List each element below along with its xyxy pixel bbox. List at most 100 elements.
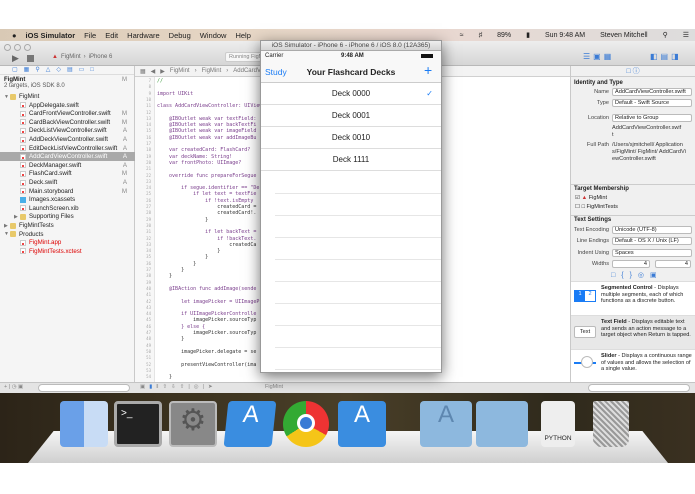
tab-width-field[interactable]: 4 <box>612 260 650 268</box>
ios-simulator-icon[interactable]: A <box>338 401 386 447</box>
debug-target[interactable]: FigMint <box>265 384 283 390</box>
swift-icon <box>20 145 26 152</box>
notifications-icon[interactable]: ☰ <box>683 31 689 39</box>
assets-icon <box>20 196 26 203</box>
zoom-button[interactable] <box>24 44 31 51</box>
apple-icon[interactable]: ● <box>12 31 17 40</box>
add-filter-button[interactable]: + | ◷ ▣ <box>4 384 23 390</box>
deck-name: Deck 1111 <box>332 155 370 164</box>
fullpath-label: Full Path <box>586 142 609 148</box>
swift-icon <box>20 170 26 177</box>
encoding-select[interactable]: Unicode (UTF-8) <box>612 226 692 234</box>
applications-folder-icon[interactable]: A <box>420 401 472 447</box>
spotlight-icon[interactable]: ⚲ <box>663 31 668 39</box>
library-slider[interactable]: Slider - Displays a continuous range of … <box>571 349 695 383</box>
back-button[interactable]: ◀ <box>151 68 156 75</box>
menu-hardware[interactable]: Hardware <box>127 31 160 40</box>
battery-icon[interactable]: ▮ <box>526 31 530 39</box>
indent-width-field[interactable]: 4 <box>655 260 691 268</box>
endings-select[interactable]: Default - OS X / Unix (LF) <box>612 237 692 245</box>
terminal-icon[interactable]: >_ <box>114 401 162 447</box>
name-field[interactable]: AddCardViewController.swift <box>612 88 692 96</box>
project-root[interactable]: FigMint 2 targets, iOS SDK 8.0 M <box>4 77 127 89</box>
debug-bar-icons[interactable]: ▣▮‖⇧⇩⇧|◎|➤ <box>140 384 217 390</box>
library-title: Slider <box>601 353 617 359</box>
finder-icon[interactable] <box>60 401 108 447</box>
editor-mode-icons[interactable]: ☰▣▦ <box>583 52 614 61</box>
target-heading: Target Membership <box>574 186 629 192</box>
stop-button[interactable] <box>27 55 34 62</box>
clock[interactable]: Sun 9:48 AM <box>545 32 585 39</box>
empty-row-separator <box>275 325 441 326</box>
file-name: Main.storyboard <box>29 187 74 195</box>
file-name: AddDeckViewController.swift <box>29 136 108 143</box>
navigator-filter-input[interactable] <box>38 384 130 392</box>
code-line: 54 } <box>135 374 172 380</box>
volume-icon[interactable]: ♯ <box>479 32 483 39</box>
library-tabs[interactable]: □{}◎▣ <box>611 271 663 279</box>
code-text: import UIKit <box>157 90 194 97</box>
code-text: let imagePicker = UIImageP <box>157 298 260 305</box>
deck-row[interactable]: Deck 0000 ✓ <box>261 83 441 105</box>
run-button[interactable]: ▶ <box>12 53 19 64</box>
navigation-bar: Study Your Flashcard Decks + <box>261 61 441 83</box>
file-name: FigMint <box>19 93 40 100</box>
type-select[interactable]: Default - Swift Source <box>612 99 692 107</box>
file-inspector: □ ⓘ Identity and Type Name AddCardViewCo… <box>570 66 695 383</box>
menu-debug[interactable]: Debug <box>169 31 191 40</box>
menu-edit[interactable]: Edit <box>105 31 118 40</box>
swift-icon <box>20 136 26 143</box>
navigator-tabs[interactable]: ▢▦⚲△◇▤▭□ <box>0 66 134 75</box>
menu-window[interactable]: Window <box>200 31 227 40</box>
scm-status: A <box>122 127 127 135</box>
scm-status: A <box>122 179 127 186</box>
slider-knob-icon <box>581 356 593 368</box>
xcode-icon[interactable]: A <box>223 401 277 447</box>
library-text-field[interactable]: Text Text Field - Displays editable text… <box>571 315 695 349</box>
folder-icon <box>20 213 26 220</box>
python-file-icon[interactable]: PYTHON <box>541 401 575 447</box>
chrome-icon[interactable] <box>283 401 329 447</box>
study-button[interactable]: Study <box>265 67 287 77</box>
minimize-button[interactable] <box>14 44 21 51</box>
related-items-icon[interactable]: ▦ <box>140 68 146 75</box>
menu-file[interactable]: File <box>84 31 96 40</box>
dock: >_ ⚙ A A A PYTHON <box>0 393 695 463</box>
identity-heading: Identity and Type <box>574 80 623 86</box>
close-button[interactable] <box>4 44 11 51</box>
target-figminttests[interactable]: ☐ □ FigMintTests <box>575 204 618 210</box>
file-name: Supporting Files <box>29 213 74 221</box>
swift-icon <box>20 179 26 186</box>
add-deck-button[interactable]: + <box>424 62 432 78</box>
menu-app[interactable]: iOS Simulator <box>26 31 76 40</box>
documents-folder-icon[interactable] <box>476 401 528 447</box>
wifi-icon[interactable]: ≈ <box>460 32 464 39</box>
deck-row[interactable]: Deck 1111 <box>261 149 441 171</box>
menu-help[interactable]: Help <box>235 31 250 40</box>
forward-button[interactable]: ▶ <box>160 68 165 75</box>
battery-percent[interactable]: 89% <box>497 32 511 39</box>
file-tree-item[interactable]: FigMintTests.xctest <box>0 247 135 256</box>
scm-status: M <box>121 118 127 126</box>
name-label: Name <box>594 89 609 95</box>
location-select[interactable]: Relative to Group <box>612 114 692 122</box>
project-status: M <box>122 77 127 83</box>
folder-icon <box>10 231 16 238</box>
indent-select[interactable]: Spaces <box>612 249 692 257</box>
jump-project[interactable]: FigMint <box>170 68 190 74</box>
view-toggle-icons[interactable]: ◧▤◨ <box>650 52 682 61</box>
library-segmented-control[interactable]: 12 Segmented Control - Displays multiple… <box>571 281 695 315</box>
ios-simulator-window: iOS Simulator - iPhone 6 - iPhone 6 / iO… <box>260 40 442 373</box>
system-preferences-icon[interactable]: ⚙ <box>169 401 217 447</box>
target-figmint[interactable]: ☑ ▲ FigMint <box>575 195 607 201</box>
jump-group[interactable]: FigMint <box>202 68 222 74</box>
deck-row[interactable]: Deck 0010 <box>261 127 441 149</box>
inspector-tabs[interactable]: □ ⓘ <box>571 66 695 77</box>
trash-icon[interactable] <box>593 401 629 447</box>
deck-row[interactable]: Deck 0001 <box>261 105 441 127</box>
scheme-selector[interactable]: ▲ FigMint › iPhone 6 <box>52 54 112 60</box>
user-name[interactable]: Steven Mitchell <box>600 32 647 39</box>
bottom-bar: + | ◷ ▣ ▣▮‖⇧⇩⇧|◎|➤ FigMint <box>0 382 695 393</box>
file-name: CardBackViewController.swift <box>29 118 111 126</box>
library-filter-input[interactable] <box>588 384 690 392</box>
